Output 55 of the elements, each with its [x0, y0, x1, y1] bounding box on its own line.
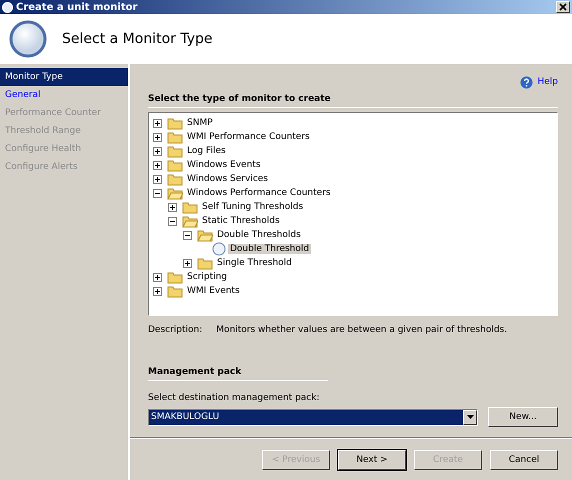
window-title: Create a unit monitor — [16, 2, 138, 12]
collapse-toggle-icon[interactable] — [153, 188, 162, 198]
collapse-toggle-icon[interactable] — [183, 230, 192, 240]
help-link[interactable]: Help — [537, 77, 558, 87]
folder-icon — [167, 130, 183, 144]
expand-toggle-icon[interactable] — [153, 174, 162, 184]
tree-item[interactable]: Double Threshold — [228, 244, 312, 254]
expand-toggle-icon[interactable] — [153, 132, 162, 142]
wizard-button[interactable]: Cancel — [490, 450, 558, 470]
folder-icon — [167, 116, 183, 130]
tree-item[interactable]: Log Files — [185, 146, 228, 156]
expand-toggle-icon[interactable] — [153, 286, 162, 296]
circle-icon — [212, 242, 226, 256]
expand-toggle-icon[interactable] — [153, 118, 162, 128]
folder-icon — [167, 172, 183, 186]
close-button[interactable] — [556, 1, 570, 13]
new-button[interactable]: New... — [488, 407, 558, 427]
tree-item[interactable]: Static Thresholds — [200, 216, 282, 226]
page-title: Select a Monitor Type — [62, 30, 212, 46]
folder-icon — [167, 186, 183, 200]
tree-item[interactable]: Windows Performance Counters — [185, 188, 333, 198]
folder-icon — [167, 158, 183, 172]
tree-item[interactable]: Single Threshold — [215, 258, 294, 268]
expand-toggle-icon[interactable] — [153, 272, 162, 282]
collapse-toggle-icon[interactable] — [168, 216, 177, 226]
expand-toggle-icon[interactable] — [153, 160, 162, 170]
folder-icon — [167, 270, 183, 284]
help-icon[interactable] — [520, 76, 534, 88]
expand-toggle-icon[interactable] — [168, 202, 177, 212]
folder-icon — [182, 200, 198, 214]
folder-icon — [197, 228, 213, 242]
tree-item[interactable]: SNMP — [185, 118, 215, 128]
tree-item[interactable]: WMI Events — [185, 286, 242, 296]
tree-item[interactable]: Double Thresholds — [215, 230, 303, 240]
step-link[interactable]: Monitor Type — [0, 68, 128, 86]
description-text: Monitors whether values are between a given pair of thresholds. — [216, 325, 508, 335]
expand-toggle-icon[interactable] — [183, 258, 192, 268]
tree-item[interactable]: WMI Performance Counters — [185, 132, 312, 142]
folder-icon — [182, 214, 198, 228]
expand-toggle-icon[interactable] — [153, 146, 162, 156]
management-pack-dropdown[interactable]: SMAKBULOGLU — [148, 408, 478, 426]
tree-item[interactable]: Self Tuning Thresholds — [200, 202, 306, 212]
section-heading: Management pack — [148, 367, 328, 381]
folder-icon — [167, 144, 183, 158]
tree-item[interactable]: Scripting — [185, 272, 230, 282]
tree-item[interactable]: Windows Services — [185, 174, 270, 184]
folder-icon — [197, 256, 213, 270]
folder-icon — [167, 284, 183, 298]
section-heading: Select the type of monitor to create — [148, 94, 558, 108]
tree-item[interactable]: Windows Events — [185, 160, 263, 170]
description-label: Description: — [148, 325, 202, 335]
field-label: Select destination management pack: — [148, 393, 320, 403]
circle-icon — [8, 18, 48, 58]
wizard-button[interactable]: Next > — [338, 450, 406, 470]
step-link[interactable]: General — [0, 86, 128, 104]
